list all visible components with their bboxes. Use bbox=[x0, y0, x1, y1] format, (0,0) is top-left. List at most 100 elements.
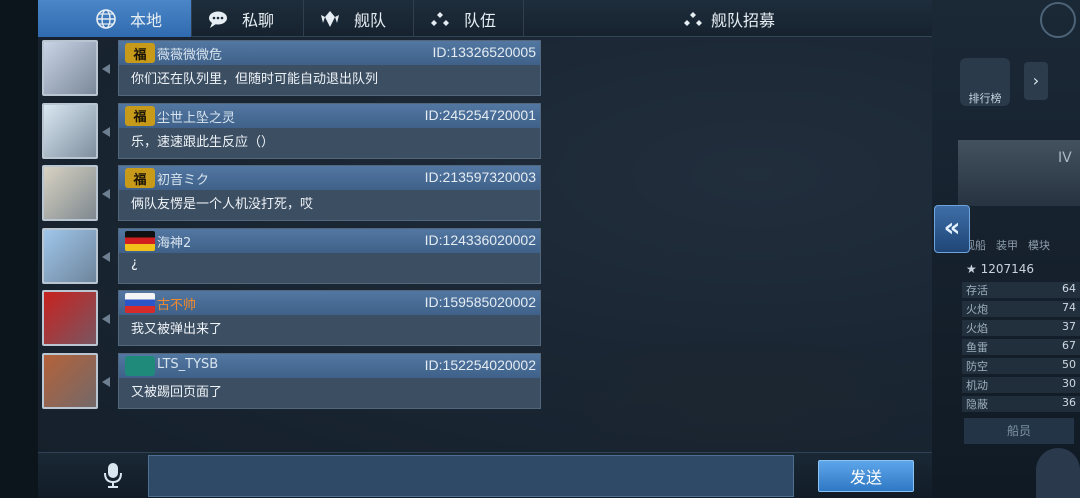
sender-name[interactable]: 尘世上坠之灵 bbox=[157, 107, 235, 126]
sender-name[interactable]: 海神2 bbox=[157, 232, 191, 251]
stat-label: 隐蔽 bbox=[966, 398, 988, 411]
stat-value: 50 bbox=[1062, 358, 1076, 371]
sender-id: ID:245254720001 bbox=[424, 106, 536, 123]
tab-team-label: 队伍 bbox=[464, 10, 497, 30]
bubble-pointer bbox=[102, 251, 110, 262]
tab-private-label: 私聊 bbox=[242, 10, 275, 30]
tab-fleet-recruit-label: 舰队招募 bbox=[710, 10, 775, 30]
chat-message: 福尘世上坠之灵 ID:245254720001 乐，速速跟此生反应（） bbox=[38, 101, 548, 159]
user-avatar[interactable] bbox=[42, 352, 98, 409]
message-bubble: 海神2 ID:124336020002 ¿ bbox=[118, 227, 541, 284]
sender-id: ID:213597320003 bbox=[424, 169, 536, 185]
user-badge-icon bbox=[125, 230, 155, 251]
stat-label: 防空 bbox=[966, 360, 988, 373]
stat-value: 64 bbox=[1062, 282, 1076, 295]
tab-fleet-label: 舰队 bbox=[354, 10, 387, 30]
stat-label: 鱼雷 bbox=[966, 341, 988, 354]
user-avatar[interactable] bbox=[42, 40, 98, 96]
bubble-pointer bbox=[102, 126, 110, 137]
leaderboard-label: 排行榜 bbox=[968, 92, 1002, 105]
ship-stat-row: 存活 64 bbox=[962, 282, 1080, 298]
user-avatar[interactable] bbox=[42, 165, 98, 221]
bubble-pointer bbox=[102, 376, 110, 387]
tab-fleet-recruit[interactable]: 舰队招募 bbox=[524, 0, 932, 37]
tab-fleet[interactable]: 舰队 bbox=[304, 0, 414, 37]
user-avatar[interactable] bbox=[42, 290, 98, 346]
message-text: 俩队友愣是一个人机没打死，哎 bbox=[131, 197, 314, 212]
avatar-image bbox=[44, 167, 96, 219]
avatar-image bbox=[44, 229, 96, 282]
crew-button[interactable]: 船员 bbox=[964, 418, 1074, 444]
sender-name[interactable]: 薇薇微微危 bbox=[157, 44, 222, 63]
collapse-chat-icon[interactable]: « bbox=[934, 205, 970, 253]
ship-tier: IV bbox=[1058, 150, 1072, 166]
message-text: 又被踢回页面了 bbox=[131, 384, 223, 400]
user-avatar[interactable] bbox=[42, 227, 98, 284]
tab-team[interactable]: 队伍 bbox=[414, 0, 524, 37]
chat-message-list[interactable]: 福薇薇微微危 ID:13326520005 你们还在队列里，但随时可能自动退出队列福… bbox=[38, 37, 932, 452]
message-bubble: 古不帅 ID:159585020002 我又被弹出来了 bbox=[118, 290, 541, 346]
message-header: 福初音ミク ID:213597320003 bbox=[119, 166, 540, 190]
message-text: 乐，速速跟此生反应（） bbox=[131, 134, 275, 150]
avatar-image bbox=[44, 292, 96, 344]
avatar-image bbox=[44, 42, 96, 94]
sender-name[interactable]: 初音ミク bbox=[157, 169, 209, 188]
stat-label: 火焰 bbox=[966, 322, 988, 335]
chat-bubble-icon bbox=[206, 7, 230, 31]
bubble-pointer bbox=[102, 314, 110, 324]
ship-stat-row: 火炮 74 bbox=[962, 301, 1080, 317]
ship-tabs: 舰船 装甲 模块 bbox=[964, 237, 1050, 253]
anchor-icon[interactable] bbox=[1040, 2, 1076, 38]
user-badge-icon: 福 bbox=[125, 43, 155, 63]
send-button[interactable]: 发送 bbox=[818, 460, 914, 492]
chat-message: LTS_TYSB ID:152254020002 又被踢回页面了 bbox=[38, 351, 548, 409]
stat-label: 火炮 bbox=[966, 303, 988, 316]
tab-local[interactable]: 本地 bbox=[38, 0, 192, 37]
user-badge-icon: 福 bbox=[125, 168, 155, 188]
sender-id: ID:152254020002 bbox=[424, 356, 536, 373]
message-input[interactable] bbox=[148, 455, 794, 497]
stat-value: 67 bbox=[1062, 339, 1076, 352]
message-header: LTS_TYSB ID:152254020002 bbox=[119, 353, 540, 378]
message-bubble: 福薇薇微微危 ID:13326520005 你们还在队列里，但随时可能自动退出队列 bbox=[118, 40, 541, 96]
user-badge-icon bbox=[125, 355, 155, 376]
tab-module[interactable]: 模块 bbox=[1028, 237, 1050, 253]
captain-avatar[interactable] bbox=[1036, 448, 1080, 498]
chat-tab-bar: 本地 私聊 舰队 队伍 舰队招募 bbox=[38, 0, 932, 37]
chat-input-bar: 发送 bbox=[38, 452, 932, 498]
left-edge bbox=[0, 0, 38, 498]
globe-icon bbox=[94, 7, 118, 31]
microphone-icon[interactable] bbox=[100, 461, 126, 491]
user-avatar[interactable] bbox=[42, 102, 98, 159]
leaderboard-button[interactable]: 排行榜 bbox=[960, 58, 1010, 106]
team-dots-icon bbox=[428, 7, 452, 31]
message-header: 福尘世上坠之灵 ID:245254720001 bbox=[119, 103, 540, 128]
message-text: 我又被弹出来了 bbox=[131, 322, 223, 337]
avatar-image bbox=[44, 104, 96, 157]
user-badge-icon: 福 bbox=[125, 105, 155, 126]
chat-message: 古不帅 ID:159585020002 我又被弹出来了 bbox=[38, 288, 548, 346]
message-text: ¿ bbox=[131, 255, 138, 271]
combat-power: ★ 1207146 bbox=[966, 262, 1035, 276]
ship-stat-row: 隐蔽 36 bbox=[962, 396, 1080, 412]
sender-id: ID:159585020002 bbox=[424, 294, 536, 310]
sender-name[interactable]: 古不帅 bbox=[157, 294, 196, 313]
message-header: 海神2 ID:124336020002 bbox=[119, 228, 540, 253]
stat-value: 74 bbox=[1062, 301, 1076, 314]
ship-stat-row: 鱼雷 67 bbox=[962, 339, 1080, 355]
ship-stat-row: 机动 30 bbox=[962, 377, 1080, 393]
recruit-dots-icon bbox=[681, 7, 705, 31]
stat-value: 30 bbox=[1062, 377, 1076, 390]
stat-value: 36 bbox=[1062, 396, 1076, 409]
sender-name[interactable]: LTS_TYSB bbox=[157, 357, 218, 372]
chat-message: 福初音ミク ID:213597320003 俩队友愣是一个人机没打死，哎 bbox=[38, 163, 548, 221]
chat-message: 福薇薇微微危 ID:13326520005 你们还在队列里，但随时可能自动退出队列 bbox=[38, 38, 548, 96]
ship-stat-row: 防空 50 bbox=[962, 358, 1080, 374]
stat-label: 机动 bbox=[966, 379, 988, 392]
tab-private[interactable]: 私聊 bbox=[192, 0, 304, 37]
chevron-right-icon[interactable]: › bbox=[1024, 62, 1048, 100]
tab-armor[interactable]: 装甲 bbox=[996, 237, 1018, 253]
chat-message: 海神2 ID:124336020002 ¿ bbox=[38, 226, 548, 284]
bubble-pointer bbox=[102, 189, 110, 199]
message-header: 福薇薇微微危 ID:13326520005 bbox=[119, 41, 540, 65]
